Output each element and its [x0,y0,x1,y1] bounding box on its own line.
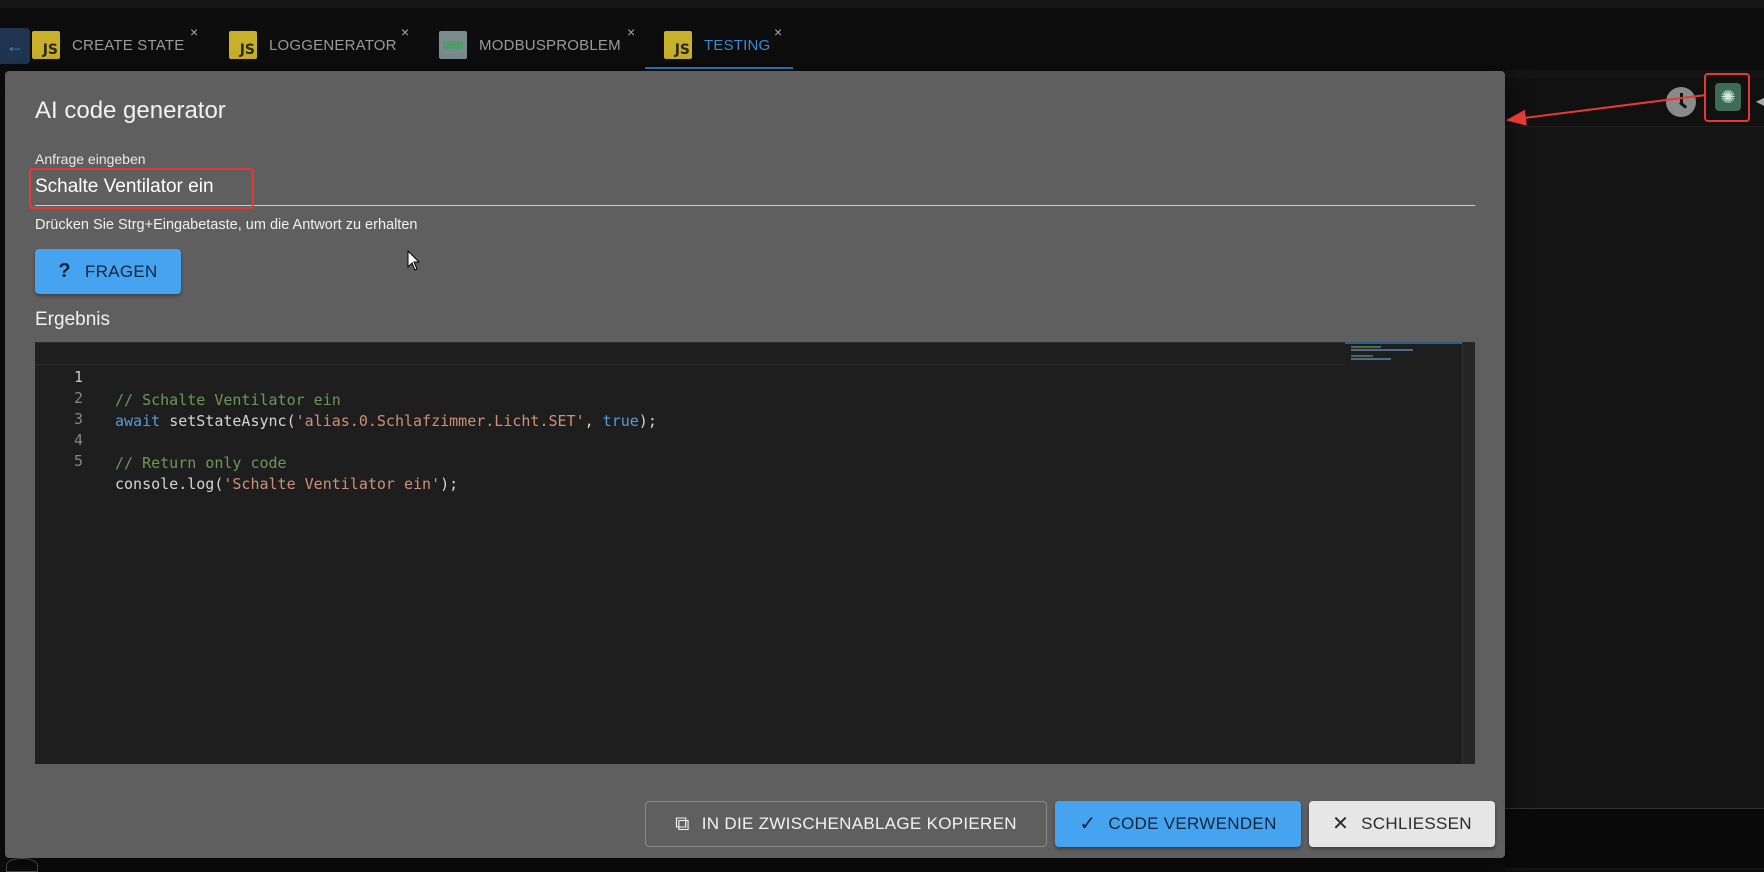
code-text: console.log('Schalte Ventilator ein'); [115,473,458,496]
js-icon: JS [32,31,60,59]
copy-icon: ⧉ [675,813,690,835]
close-icon[interactable]: × [190,24,198,40]
tab-label: MODBUSPROBLEM [479,36,621,54]
js-icon: JS [229,31,257,59]
dialog-title: AI code generator [35,97,226,124]
code-token: log [187,475,215,493]
code-text: // Return only code [115,452,287,475]
code-line: 1 // Schalte Ventilator ein [35,342,1345,409]
close-button[interactable]: ✕ SCHLIESSEN [1309,801,1495,847]
ai-generator-button[interactable]: ✺ [1704,73,1750,122]
chevron-left-icon: ◀ [1756,94,1764,108]
check-icon: ✓ [1079,813,1097,835]
ask-button[interactable]: ? FRAGEN [35,249,181,294]
settings-icon[interactable] [6,858,38,872]
close-icon[interactable]: × [401,24,409,40]
tab-create-state[interactable]: JS CREATE STATE × [32,20,198,70]
query-label: Anfrage eingeben [35,151,146,167]
close-button-label: SCHLIESSEN [1361,814,1472,833]
code-line: 3 [35,385,1345,428]
code-token: console [115,475,179,493]
editor-scrollbar[interactable] [1462,342,1475,764]
js-icon: JS [664,31,692,59]
ai-code-generator-dialog: AI code generator Anfrage eingeben Drück… [5,71,1505,858]
tab-loggenerator[interactable]: JS LOGGENERATOR × [229,20,409,70]
back-arrow-icon[interactable]: ← [0,28,30,64]
openai-icon: ✺ [1715,83,1741,111]
code-token: . [178,475,188,493]
editor-background [1505,70,1764,870]
active-tab-indicator [645,67,793,69]
tab-modbusproblem[interactable]: MODBUSPROBLEM × [439,20,635,70]
tab-label: TESTING [704,36,771,54]
code-token: ); [440,475,459,493]
close-icon[interactable]: × [774,24,782,40]
blockly-icon [439,31,467,59]
tab-bar: ← JS CREATE STATE × JS LOGGENERATOR × MO… [0,8,1764,70]
mouse-cursor-icon [407,250,421,271]
line-number: 5 [73,452,83,470]
copy-button-label: IN DIE ZWISCHENABLAGE KOPIEREN [701,814,1017,833]
clock-icon[interactable] [1666,87,1696,117]
tab-testing[interactable]: JS TESTING × [664,20,782,70]
code-line: 4 // Return only code [35,406,1345,472]
helper-text: Drücken Sie Strg+Eingabetaste, um die An… [35,217,418,233]
code-editor[interactable]: 1 // Schalte Ventilator ein 2 await setS… [35,342,1475,764]
close-icon: ✕ [1332,813,1350,835]
tab-label: LOGGENERATOR [269,36,397,54]
copy-to-clipboard-button[interactable]: ⧉ IN DIE ZWISCHENABLAGE KOPIEREN [645,801,1047,847]
tab-label: CREATE STATE [72,36,185,54]
input-annotation-box [29,168,254,209]
code-line: 2 await setStateAsync('alias.0.Schlafzim… [35,364,1345,430]
result-label: Ergebnis [35,309,110,330]
use-button-label: CODE VERWENDEN [1108,814,1277,833]
log-panel-bar [1505,808,1764,868]
code-line: 5 console.log('Schalte Ventilator ein'); [35,427,1345,493]
use-code-button[interactable]: ✓ CODE VERWENDEN [1055,801,1301,847]
code-comment: // Return only code [115,454,287,472]
question-icon: ? [58,260,71,282]
close-icon[interactable]: × [627,24,635,40]
ask-button-label: FRAGEN [84,261,158,281]
code-string: 'Schalte Ventilator ein' [223,475,441,493]
minimap[interactable] [1345,342,1462,372]
